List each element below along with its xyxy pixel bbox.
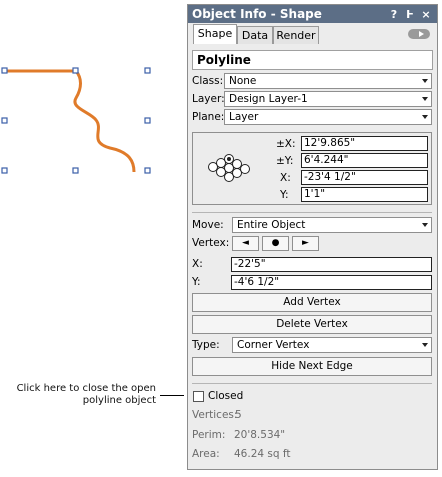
next-vertex-button[interactable]: ► xyxy=(292,236,319,251)
vertex-y-field[interactable]: -4'6 1/2" xyxy=(231,275,432,290)
callout-leader-line xyxy=(160,395,184,396)
layer-label: Layer: xyxy=(192,93,225,105)
polyline-shape[interactable] xyxy=(5,69,136,173)
y-abs-label: ±Y: xyxy=(276,155,294,167)
vertices-value: 5 xyxy=(235,409,242,421)
move-select[interactable]: Entire Object xyxy=(232,217,432,233)
chevron-down-icon xyxy=(422,97,428,101)
triangle-left-icon: ◄ xyxy=(242,238,249,248)
chevron-down-icon xyxy=(422,343,428,347)
tab-data[interactable]: Data xyxy=(237,26,273,44)
vertex-type-select[interactable]: Corner Vertex xyxy=(232,337,432,353)
palette-titlebar[interactable]: Object Info - Shape ? Ͱ × xyxy=(188,5,437,23)
palette-tabs: Shape Data Render xyxy=(191,24,434,44)
callout-line-2: polyline object xyxy=(82,395,156,406)
vertex-x-field[interactable]: -22'5" xyxy=(231,257,432,272)
x-abs-field[interactable]: 12'9.865" xyxy=(301,136,428,151)
type-label: Type: xyxy=(192,339,220,351)
class-select[interactable]: None xyxy=(224,73,432,89)
add-vertex-button[interactable]: Add Vertex xyxy=(192,293,432,312)
palette-title: Object Info - Shape xyxy=(192,7,322,21)
y-label: Y: xyxy=(280,189,289,201)
pin-icon[interactable]: Ͱ xyxy=(403,8,417,21)
origin-point-grid-icon[interactable] xyxy=(207,151,259,185)
tab-render[interactable]: Render xyxy=(273,26,319,44)
selection-handle[interactable] xyxy=(144,117,151,124)
vertex-x-label: X: xyxy=(192,258,203,270)
selection-handle[interactable] xyxy=(1,167,8,174)
delete-vertex-button[interactable]: Delete Vertex xyxy=(192,315,432,334)
select-vertex-button[interactable]: ● xyxy=(262,236,289,251)
tab-shape[interactable]: Shape xyxy=(193,24,237,44)
help-icon[interactable]: ? xyxy=(387,8,401,21)
vertex-label: Vertex: xyxy=(192,237,230,249)
divider xyxy=(192,383,432,384)
coordinates-box: ±X: 12'9.865" ±Y: 6'4.244" X: -23'4 1/2"… xyxy=(192,132,432,205)
vertex-y-label: Y: xyxy=(192,276,201,288)
move-value: Entire Object xyxy=(237,219,306,231)
object-info-palette: Object Info - Shape ? Ͱ × Shape Data Ren… xyxy=(187,4,438,470)
object-type-label: Polyline xyxy=(192,50,433,70)
perim-label: Perim: xyxy=(192,429,226,441)
divider xyxy=(192,212,432,213)
x-field[interactable]: -23'4 1/2" xyxy=(301,170,428,185)
x-label: X: xyxy=(280,172,291,184)
closed-checkbox[interactable] xyxy=(193,391,204,402)
selection-handle[interactable] xyxy=(144,167,151,174)
selection-handle[interactable] xyxy=(1,117,8,124)
closed-label[interactable]: Closed xyxy=(208,388,243,404)
x-abs-label: ±X: xyxy=(276,138,296,150)
perim-value: 20'8.534" xyxy=(234,429,286,441)
selection-handle[interactable] xyxy=(1,67,8,74)
hide-next-edge-button[interactable]: Hide Next Edge xyxy=(192,357,432,376)
vertices-label: Vertices: xyxy=(192,409,238,421)
layer-value: Design Layer-1 xyxy=(229,93,308,105)
selection-handle[interactable] xyxy=(144,67,151,74)
toggle-arrow-icon[interactable] xyxy=(408,29,430,39)
selection-handle[interactable] xyxy=(72,67,79,74)
plane-select[interactable]: Layer xyxy=(224,109,432,125)
plane-value: Layer xyxy=(229,111,259,123)
move-label: Move: xyxy=(192,219,224,231)
previous-vertex-button[interactable]: ◄ xyxy=(232,236,259,251)
chevron-down-icon xyxy=(422,79,428,83)
close-icon[interactable]: × xyxy=(419,8,433,21)
y-field[interactable]: 1'1" xyxy=(301,187,428,202)
callout-text: Click here to close the open polyline ob… xyxy=(0,383,156,407)
area-label: Area: xyxy=(192,448,220,460)
plane-label: Plane: xyxy=(192,111,225,123)
triangle-right-icon: ► xyxy=(302,238,309,248)
area-value: 46.24 sq ft xyxy=(234,448,291,460)
chevron-down-icon xyxy=(422,115,428,119)
chevron-down-icon xyxy=(422,223,428,227)
callout-line-1: Click here to close the open xyxy=(16,383,156,394)
class-value: None xyxy=(229,75,257,87)
class-label: Class: xyxy=(192,75,224,87)
y-abs-field[interactable]: 6'4.244" xyxy=(301,153,428,168)
dot-icon: ● xyxy=(271,238,280,248)
type-value: Corner Vertex xyxy=(237,339,310,351)
layer-select[interactable]: Design Layer-1 xyxy=(224,91,432,107)
selection-handle[interactable] xyxy=(72,167,79,174)
